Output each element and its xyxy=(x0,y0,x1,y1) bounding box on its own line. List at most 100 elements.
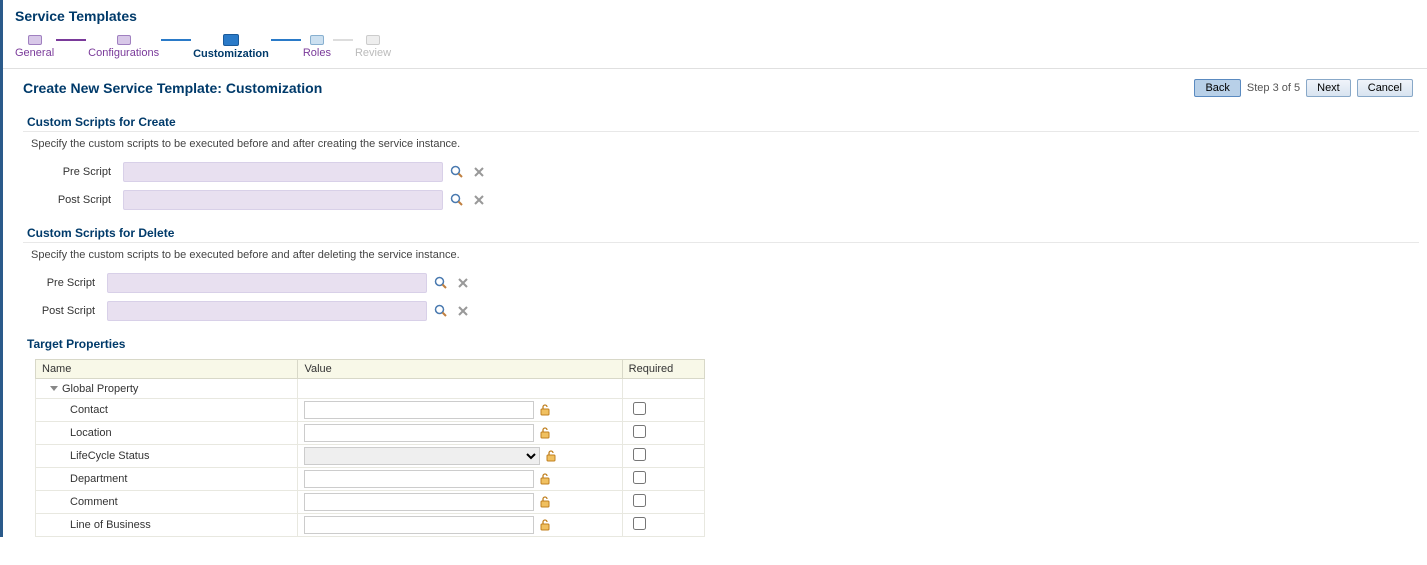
column-header-required[interactable]: Required xyxy=(622,360,704,379)
pre-script-label: Pre Script xyxy=(47,166,111,178)
create-scripts-title: Custom Scripts for Create xyxy=(23,109,1419,132)
search-icon[interactable] xyxy=(433,275,449,291)
target-properties-title: Target Properties xyxy=(23,331,1419,353)
required-checkbox[interactable] xyxy=(633,517,646,530)
property-name: Department xyxy=(36,468,298,491)
delete-scripts-desc: Specify the custom scripts to be execute… xyxy=(23,243,1427,269)
search-icon[interactable] xyxy=(449,164,465,180)
pre-script-input[interactable] xyxy=(107,273,427,293)
property-required-cell xyxy=(622,399,704,422)
property-value-cell xyxy=(298,399,622,422)
step-counter: Step 3 of 5 xyxy=(1247,82,1300,94)
property-value-input[interactable] xyxy=(304,493,534,511)
property-required-cell xyxy=(622,445,704,468)
post-script-row: Post Script xyxy=(23,186,1427,214)
lock-icon[interactable] xyxy=(538,472,552,486)
property-name: Line of Business xyxy=(36,514,298,537)
table-row: Department xyxy=(36,468,705,491)
step-label: General xyxy=(15,47,54,59)
column-header-name[interactable]: Name xyxy=(36,360,298,379)
required-checkbox[interactable] xyxy=(633,471,646,484)
clear-icon[interactable] xyxy=(471,164,487,180)
target-properties-table: Name Value Required Global Property Cont… xyxy=(35,359,705,537)
step-connector xyxy=(271,39,301,41)
step-label: Review xyxy=(355,47,391,59)
property-value-cell xyxy=(298,491,622,514)
property-name: Location xyxy=(36,422,298,445)
lock-icon[interactable] xyxy=(538,426,552,440)
create-scripts-section: Custom Scripts for Create Specify the cu… xyxy=(3,103,1427,214)
required-checkbox[interactable] xyxy=(633,448,646,461)
property-value-input[interactable] xyxy=(304,401,534,419)
section-title: Create New Service Template: Customizati… xyxy=(23,80,322,96)
property-name: Contact xyxy=(36,399,298,422)
property-value-input[interactable] xyxy=(304,424,534,442)
lock-icon[interactable] xyxy=(538,495,552,509)
pre-script-row: Pre Script xyxy=(23,158,1427,186)
property-required-cell xyxy=(622,422,704,445)
property-required-cell xyxy=(622,468,704,491)
wizard-step-configurations[interactable]: Configurations xyxy=(88,35,159,59)
create-scripts-desc: Specify the custom scripts to be execute… xyxy=(23,132,1427,158)
cancel-button[interactable]: Cancel xyxy=(1357,79,1413,97)
expand-icon[interactable] xyxy=(50,386,58,391)
search-icon[interactable] xyxy=(449,192,465,208)
wizard-step-customization[interactable]: Customization xyxy=(193,34,269,60)
step-label: Roles xyxy=(303,47,331,59)
delete-scripts-section: Custom Scripts for Delete Specify the cu… xyxy=(3,214,1427,325)
property-value-cell xyxy=(298,468,622,491)
group-row[interactable]: Global Property xyxy=(36,379,705,399)
next-button[interactable]: Next xyxy=(1306,79,1351,97)
wizard-steps: General Configurations Customization Rol… xyxy=(3,30,1427,69)
lock-icon[interactable] xyxy=(538,518,552,532)
property-value-cell xyxy=(298,422,622,445)
post-script-input[interactable] xyxy=(123,190,443,210)
property-value-cell xyxy=(298,445,622,468)
table-row: Contact xyxy=(36,399,705,422)
property-required-cell xyxy=(622,491,704,514)
step-box-icon xyxy=(366,35,380,45)
button-group: Back Step 3 of 5 Next Cancel xyxy=(1194,79,1413,97)
required-checkbox[interactable] xyxy=(633,402,646,415)
step-box-icon xyxy=(117,35,131,45)
required-checkbox[interactable] xyxy=(633,425,646,438)
pre-script-label: Pre Script xyxy=(31,277,95,289)
property-name: Comment xyxy=(36,491,298,514)
group-label: Global Property xyxy=(62,383,138,395)
property-value-input[interactable] xyxy=(304,470,534,488)
table-row: Comment xyxy=(36,491,705,514)
property-value-input[interactable] xyxy=(304,516,534,534)
step-box-icon xyxy=(223,34,239,46)
step-connector xyxy=(56,39,86,41)
pre-script-row: Pre Script xyxy=(23,269,1427,297)
back-button[interactable]: Back xyxy=(1194,79,1240,97)
target-properties-section: Target Properties Name Value Required Gl… xyxy=(3,325,1427,537)
table-row: Location xyxy=(36,422,705,445)
post-script-row: Post Script xyxy=(23,297,1427,325)
property-required-cell xyxy=(622,514,704,537)
step-box-icon xyxy=(28,35,42,45)
step-box-icon xyxy=(310,35,324,45)
property-value-select[interactable] xyxy=(304,447,540,465)
clear-icon[interactable] xyxy=(455,303,471,319)
wizard-step-roles[interactable]: Roles xyxy=(303,35,331,59)
search-icon[interactable] xyxy=(433,303,449,319)
wizard-step-general[interactable]: General xyxy=(15,35,54,59)
clear-icon[interactable] xyxy=(455,275,471,291)
post-script-input[interactable] xyxy=(107,301,427,321)
pre-script-input[interactable] xyxy=(123,162,443,182)
required-checkbox[interactable] xyxy=(633,494,646,507)
wizard-step-review: Review xyxy=(355,35,391,59)
post-script-label: Post Script xyxy=(31,305,95,317)
table-row: LifeCycle Status xyxy=(36,445,705,468)
step-label: Customization xyxy=(193,48,269,60)
lock-icon[interactable] xyxy=(544,449,558,463)
clear-icon[interactable] xyxy=(471,192,487,208)
lock-icon[interactable] xyxy=(538,403,552,417)
column-header-value[interactable]: Value xyxy=(298,360,622,379)
step-label: Configurations xyxy=(88,47,159,59)
content-header: Create New Service Template: Customizati… xyxy=(3,69,1427,103)
table-row: Line of Business xyxy=(36,514,705,537)
property-value-cell xyxy=(298,514,622,537)
step-connector xyxy=(333,39,353,41)
